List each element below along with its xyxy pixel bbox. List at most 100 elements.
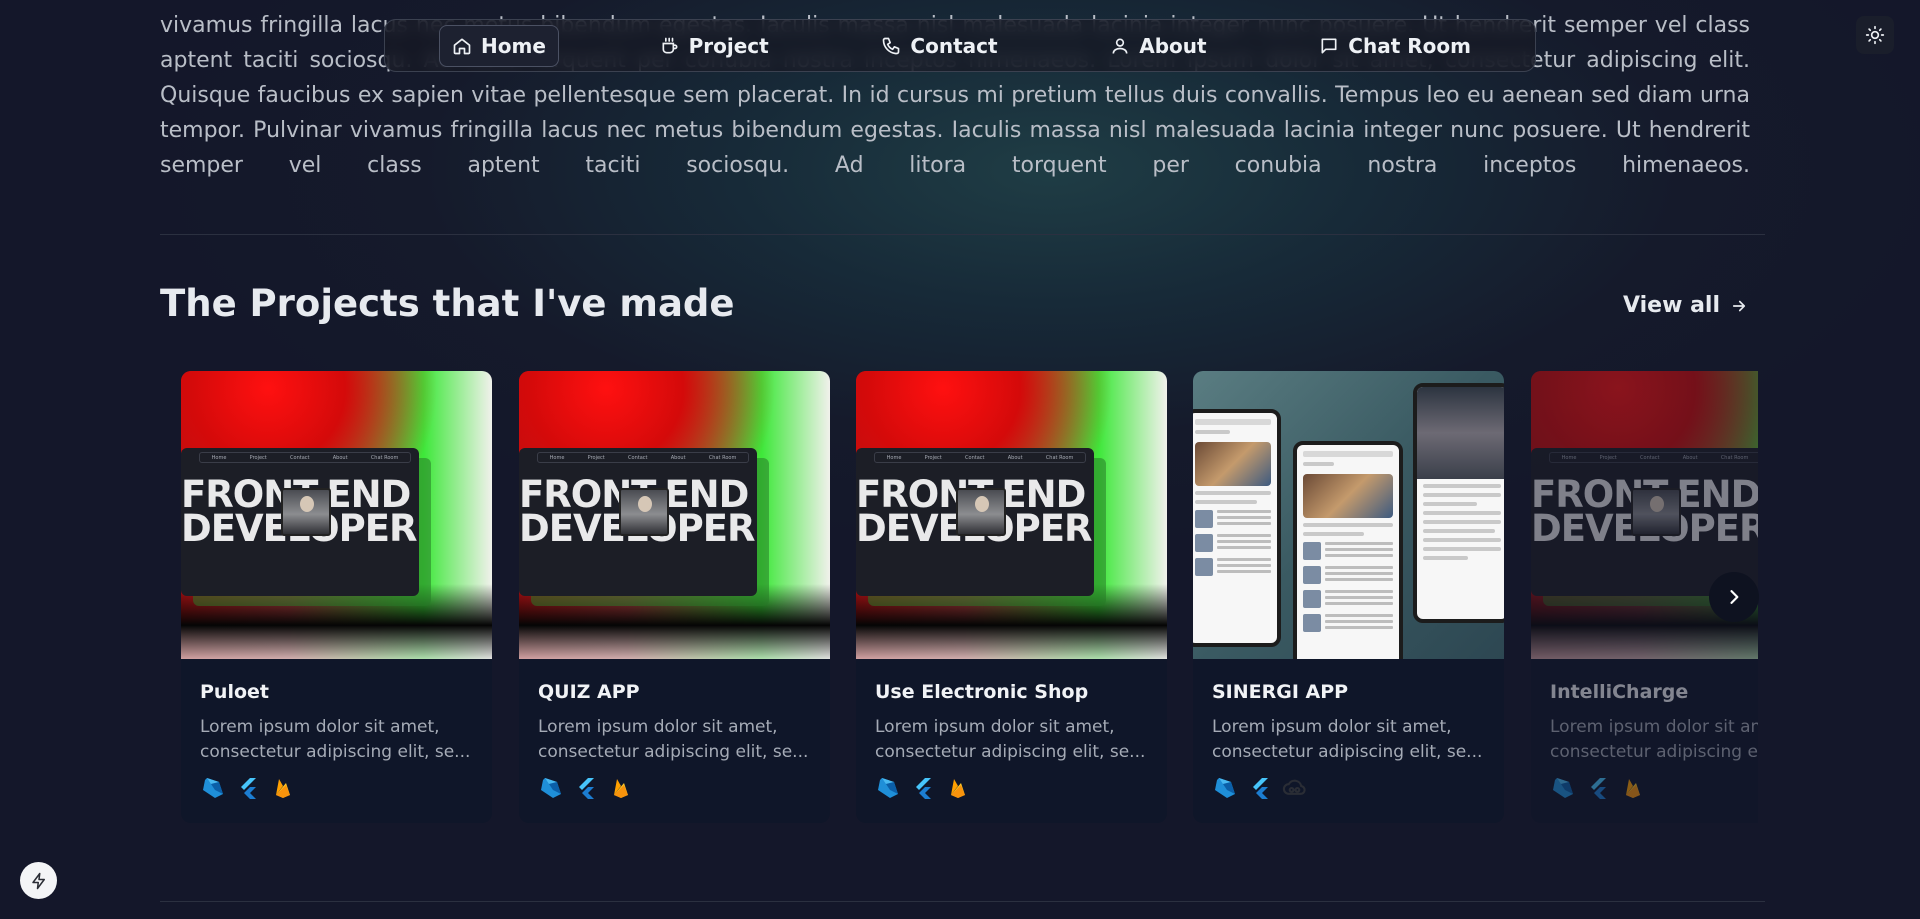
lightning-icon: [31, 872, 45, 889]
flutter-icon: [1247, 775, 1272, 800]
firebase-icon: [945, 775, 970, 800]
flutter-icon: [235, 775, 260, 800]
mini-nav-item: Home: [886, 454, 902, 461]
dart-icon: [1550, 775, 1575, 800]
view-all-label: View all: [1623, 293, 1721, 318]
mini-nav-item: About: [1682, 454, 1698, 461]
mini-nav-item: Project: [1599, 454, 1617, 461]
firebase-icon: [608, 775, 633, 800]
view-all-link[interactable]: View all: [1623, 293, 1748, 318]
firebase-icon: [270, 775, 295, 800]
portrait-image: [956, 488, 1006, 536]
dart-icon: [538, 775, 563, 800]
quick-action-button[interactable]: [20, 862, 57, 899]
tech-stack: [1212, 775, 1485, 800]
dart-icon: [1212, 775, 1237, 800]
nav-item-chat-room[interactable]: Chat Room: [1307, 25, 1483, 67]
project-title: SINERGI APP: [1212, 681, 1349, 703]
tech-stack: [200, 775, 473, 800]
phone-mockup: [1413, 383, 1504, 623]
portrait-image: [1631, 488, 1681, 536]
flutter-icon: [573, 775, 598, 800]
mini-nav-item: Chat Room: [370, 454, 399, 461]
mini-nav-item: About: [670, 454, 686, 461]
project-card[interactable]: SINERGI APP Lorem ipsum dolor sit amet, …: [1193, 371, 1504, 823]
portrait-image: [281, 488, 331, 536]
mini-nav-item: Home: [211, 454, 227, 461]
mini-nav: Home Project Contact About Chat Room: [199, 452, 411, 463]
nav-item-contact[interactable]: Contact: [869, 25, 1009, 67]
dart-icon: [875, 775, 900, 800]
project-description: Lorem ipsum dolor sit amet, consectetur …: [538, 717, 809, 762]
mini-nav-item: Project: [587, 454, 605, 461]
mini-nav-item: Chat Room: [1720, 454, 1749, 461]
project-thumbnail: Home Project Contact About Chat Room FRO…: [181, 371, 492, 659]
intro-line: Quisque faucibus ex sapien vitae pellent…: [160, 83, 1750, 108]
project-thumbnail: Home Project Contact About Chat Room FRO…: [856, 371, 1167, 659]
nav-label-home: Home: [481, 33, 546, 58]
firebase-icon: [1620, 775, 1645, 800]
project-title: IntelliCharge: [1550, 681, 1689, 703]
theme-toggle-button[interactable]: [1856, 16, 1894, 54]
mini-nav-item: Chat Room: [1045, 454, 1074, 461]
nav-item-about[interactable]: About: [1098, 25, 1218, 67]
portrait-image: [619, 488, 669, 536]
mini-nav-item: Home: [1561, 454, 1577, 461]
nav-item-project[interactable]: Project: [648, 25, 781, 67]
mini-nav-item: Contact: [628, 454, 648, 461]
user-icon: [1112, 38, 1128, 54]
phone-mockup: [1293, 441, 1403, 659]
nav-item-home[interactable]: Home: [439, 24, 559, 67]
project-title: QUIZ APP: [538, 681, 640, 703]
mini-nav-item: Contact: [290, 454, 310, 461]
flutter-icon: [1585, 775, 1610, 800]
nav-label-chat-room: Chat Room: [1348, 33, 1471, 58]
phone-mockup: [1193, 409, 1281, 647]
mini-nav-item: Contact: [1640, 454, 1660, 461]
mini-nav-item: Project: [249, 454, 267, 461]
project-card[interactable]: Home Project Contact About Chat Room FRO…: [181, 371, 492, 823]
mini-nav-item: About: [1007, 454, 1023, 461]
mini-nav-item: Project: [924, 454, 942, 461]
intro-line: semper vel class aptent taciti sociosqu.…: [160, 153, 1750, 178]
tech-stack: [1550, 775, 1758, 800]
mini-nav: Home Project Contact About Chat Room: [1549, 452, 1758, 463]
sun-icon: [1865, 25, 1885, 45]
flutter-icon: [910, 775, 935, 800]
tech-stack: [538, 775, 811, 800]
mini-nav-item: Home: [549, 454, 565, 461]
chevron-right-icon: [1730, 590, 1739, 604]
mini-nav-item: Contact: [965, 454, 985, 461]
mini-nav-item: Chat Room: [708, 454, 737, 461]
projects-carousel: Home Project Contact About Chat Room FRO…: [181, 371, 1758, 823]
carousel-next-button[interactable]: [1709, 572, 1759, 622]
mini-nav: Home Project Contact About Chat Room: [537, 452, 749, 463]
section-title: The Projects that I've made: [160, 282, 735, 325]
mini-nav-item: About: [332, 454, 348, 461]
tech-stack: [875, 775, 1148, 800]
project-description: Lorem ipsum dolor sit amet, consectetur …: [875, 717, 1146, 762]
phone-icon: [883, 37, 900, 54]
nav-label-about: About: [1139, 33, 1207, 58]
home-icon: [453, 38, 471, 54]
intro-line: tempor. Pulvinar vivamus fringilla lacus…: [160, 118, 1750, 143]
nav-label-project: Project: [688, 33, 769, 58]
cloud-icon: [1282, 775, 1307, 800]
project-title: Use Electronic Shop: [875, 681, 1089, 703]
project-card[interactable]: Home Project Contact About Chat Room FRO…: [856, 371, 1167, 823]
nav-label-contact: Contact: [910, 33, 998, 58]
coffee-icon: [662, 37, 678, 53]
project-thumbnail: [1193, 371, 1504, 659]
chat-icon: [1321, 38, 1337, 54]
section-divider: [160, 234, 1765, 235]
project-thumbnail: Home Project Contact About Chat Room FRO…: [519, 371, 830, 659]
project-card[interactable]: Home Project Contact About Chat Room FRO…: [519, 371, 830, 823]
dart-icon: [200, 775, 225, 800]
project-title: Puloet: [200, 681, 269, 703]
top-navbar: Home Project Contact About Chat Room: [384, 19, 1536, 72]
project-description: Lorem ipsum dolor sit amet, consectetur …: [200, 717, 471, 762]
mini-nav: Home Project Contact About Chat Room: [874, 452, 1086, 463]
project-description: Lorem ipsum dolor sit amet, consectetur …: [1212, 717, 1483, 762]
project-description: Lorem ipsum dolor sit amet, consectetur …: [1550, 717, 1758, 762]
section-divider: [160, 901, 1765, 902]
